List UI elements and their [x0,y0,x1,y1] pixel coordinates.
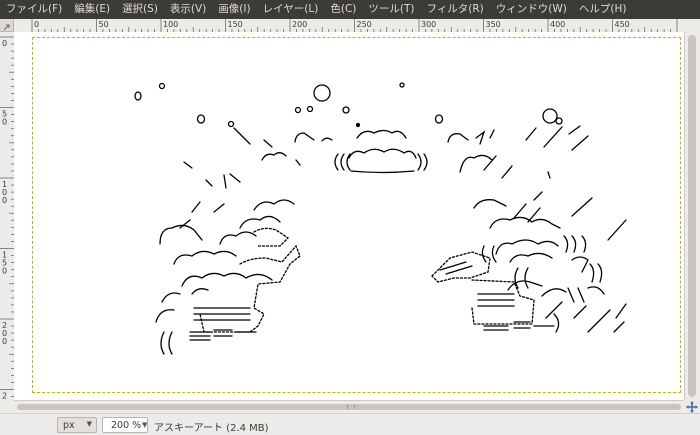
menu-colors[interactable]: 色(C) [324,0,362,19]
menu-image[interactable]: 画像(I) [212,0,256,19]
ruler-label: 0 [2,267,7,276]
ruler-label: 100 [163,20,178,29]
statusbar: px ▼ 200 % ▼ アスキーアート (2.4 MB) [0,413,700,435]
quick-mask-corner-button[interactable] [0,19,14,32]
ruler-label: 0 [34,20,39,29]
scrollbar-corner-left [0,400,14,413]
ruler-label: 200 [292,20,307,29]
navigate-cross-arrows-icon [686,400,698,413]
ruler-label: 0 [2,337,7,346]
menu-layer[interactable]: レイヤー(L) [257,0,325,19]
ruler-corner-right [684,19,700,32]
navigate-button[interactable] [684,400,700,413]
ruler-label: 50 [99,20,109,29]
chevron-down-icon: ▼ [86,420,92,428]
ruler-label: 450 [615,20,630,29]
menu-help[interactable]: ヘルプ(H) [573,0,633,19]
vertical-scroll-thumb[interactable] [688,35,696,397]
menubar: ファイル(F) 編集(E) 選択(S) 表示(V) 画像(I) レイヤー(L) … [0,0,700,19]
vertical-ruler[interactable]: 050100150200250 [0,32,14,400]
ruler-label: 0 [2,196,7,205]
ruler-background [14,19,684,32]
horizontal-scroll-thumb[interactable] [17,404,681,410]
menu-windows[interactable]: ウィンドウ(W) [490,0,573,19]
status-message: アスキーアート (2.4 MB) [154,423,269,434]
ruler-label: 0 [2,39,7,48]
unit-value: px [63,420,75,431]
ascii-art-image [134,82,627,355]
menu-file[interactable]: ファイル(F) [0,0,68,19]
menu-select[interactable]: 選択(S) [116,0,164,19]
ruler-label: 0 [2,118,7,127]
ruler-label: 300 [421,20,436,29]
scroll-grip [347,405,355,409]
horizontal-ruler[interactable]: 0 50 100 150 200 250 300 350 400 450 [14,19,684,32]
menu-filters[interactable]: フィルタ(R) [420,0,489,19]
ruler-label: 250 [357,20,372,29]
ruler-label: 150 [228,20,243,29]
zoom-value: 200 % [111,420,142,431]
image-canvas[interactable] [14,32,684,400]
ruler-label: 350 [486,20,501,29]
menu-edit[interactable]: 編集(E) [68,0,116,19]
unit-select[interactable]: px ▼ [57,417,97,433]
vertical-scrollbar[interactable] [684,32,700,400]
zoom-chevron-down-icon[interactable]: ▼ [142,417,152,433]
horizontal-scrollbar[interactable] [14,400,684,413]
ruler-label: 400 [550,20,565,29]
menu-tools[interactable]: ツール(T) [362,0,420,19]
menu-view[interactable]: 表示(V) [164,0,212,19]
